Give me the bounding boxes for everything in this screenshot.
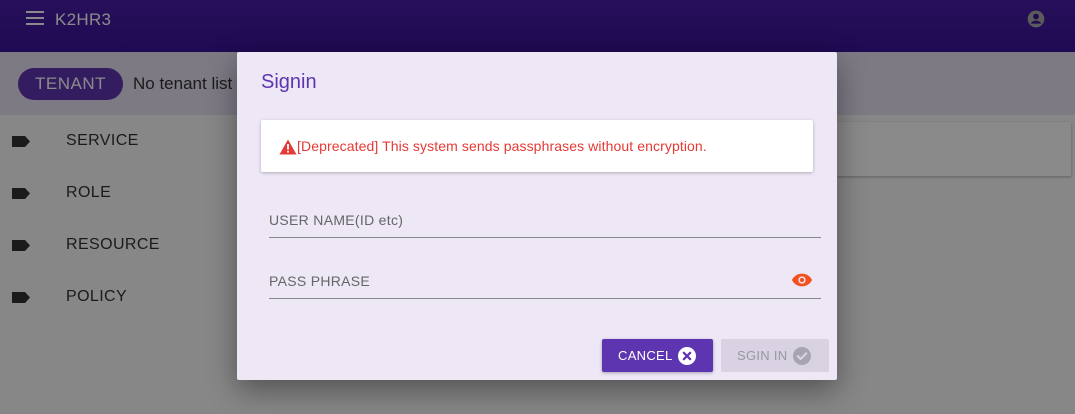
warning-message: [Deprecated] This system sends passphras… bbox=[261, 120, 813, 172]
passphrase-field-container bbox=[269, 263, 821, 299]
signin-button[interactable]: SGIN IN bbox=[721, 339, 829, 372]
signin-dialog: Signin [Deprecated] This system sends pa… bbox=[237, 52, 837, 380]
username-input[interactable] bbox=[269, 202, 821, 237]
cancel-button[interactable]: CANCEL bbox=[602, 339, 713, 372]
warning-text: [Deprecated] This system sends passphras… bbox=[297, 138, 707, 154]
cancel-button-label: CANCEL bbox=[618, 348, 673, 363]
passphrase-input[interactable] bbox=[269, 263, 821, 298]
warning-icon bbox=[279, 139, 297, 155]
eye-icon[interactable] bbox=[792, 273, 812, 287]
check-circle-icon bbox=[793, 347, 811, 365]
signin-button-label: SGIN IN bbox=[737, 348, 788, 363]
close-circle-icon bbox=[678, 347, 696, 365]
username-field-container bbox=[269, 202, 821, 238]
dialog-title: Signin bbox=[261, 71, 317, 93]
